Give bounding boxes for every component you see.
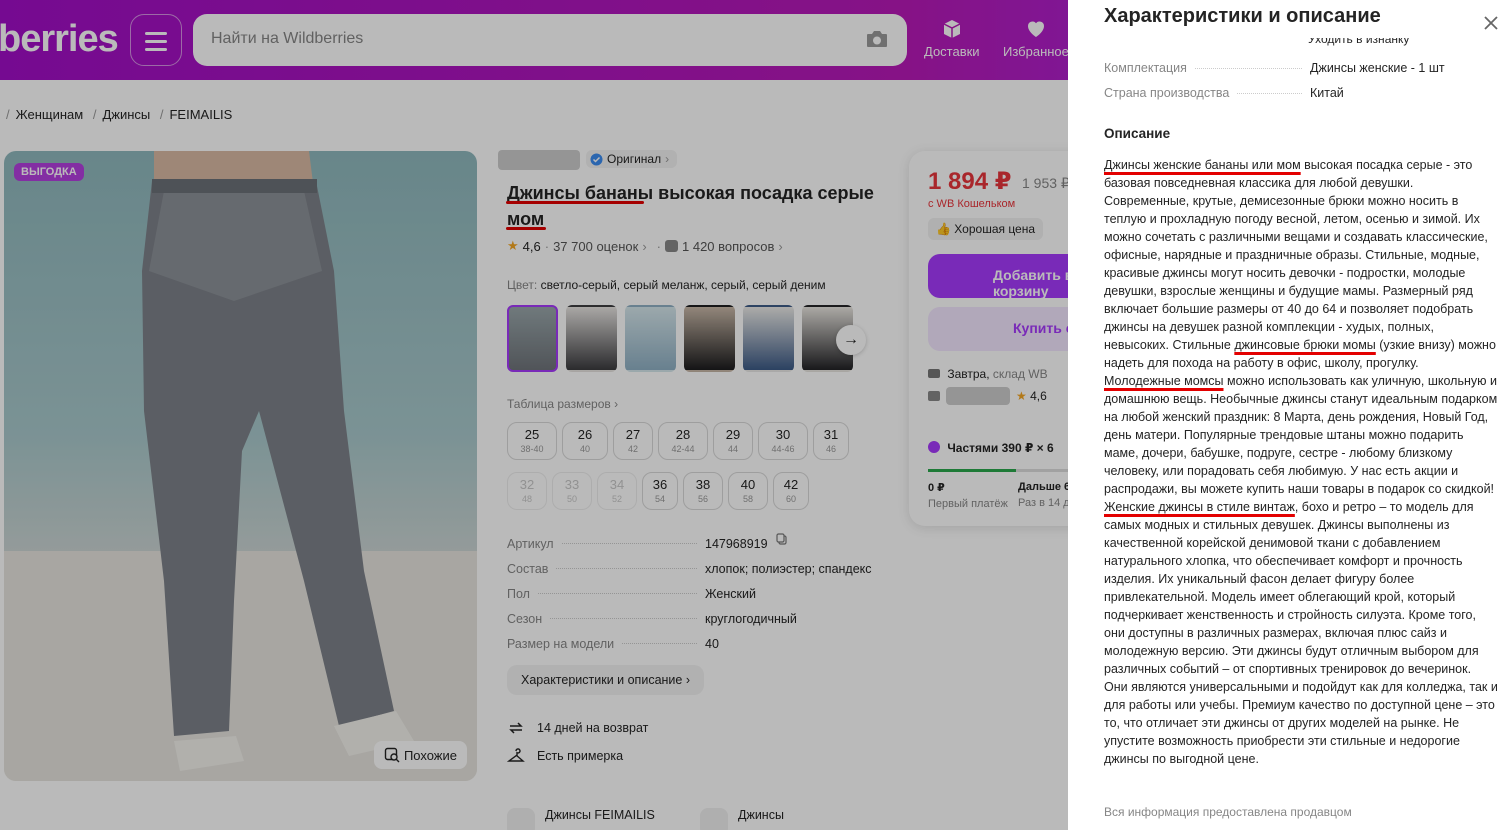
description-title: Описание	[1104, 126, 1171, 141]
highlighted-phrase: Молодежные момсы	[1104, 374, 1224, 388]
dotted-leader	[1237, 92, 1302, 94]
spec-key: Страна производства	[1104, 86, 1230, 100]
highlighted-phrase: Женские джинсы в стиле винтаж	[1104, 500, 1295, 514]
description-chunk: можно использовать как уличную, школьную…	[1104, 374, 1498, 496]
dotted-leader	[1194, 67, 1302, 69]
highlighted-phrase: джинсовые брюки момы	[1234, 338, 1376, 352]
description-chunk: , бохо и ретро – то модель для самых мод…	[1104, 500, 1498, 766]
panel-title: Характеристики и описание	[1104, 5, 1381, 27]
spec-row: Страна производства Китай	[1104, 86, 1484, 100]
modal-backdrop[interactable]	[0, 0, 1068, 830]
spec-key: Комплектация	[1104, 61, 1187, 75]
spec-row: Комплектация Джинсы женские - 1 шт	[1104, 61, 1484, 75]
spec-value: Китай	[1310, 86, 1344, 100]
highlighted-phrase: Джинсы женские бананы или мом	[1104, 158, 1301, 172]
description-text: Джинсы женские бананы или мом высокая по…	[1104, 156, 1498, 768]
seller-info-note: Вся информация предоставлена продавцом	[1104, 805, 1352, 819]
spec-value: Джинсы женские - 1 шт	[1310, 61, 1445, 75]
description-chunk: высокая посадка серые - это базовая повс…	[1104, 158, 1488, 352]
characteristics-panel: Характеристики и описание Уходить в изна…	[1068, 0, 1512, 830]
close-icon[interactable]	[1480, 12, 1502, 34]
cut-off-row: Уходить в изнанку	[1308, 38, 1410, 46]
